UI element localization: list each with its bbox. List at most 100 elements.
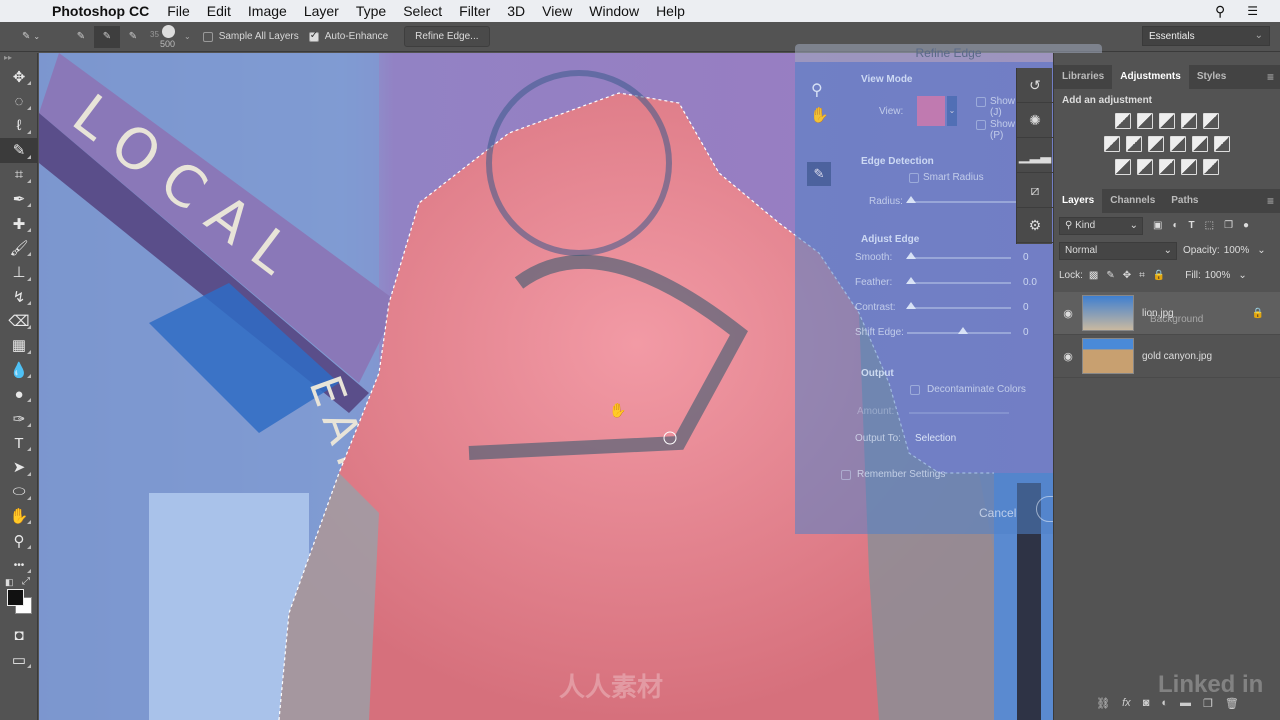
adjust-slider-thumb[interactable] — [906, 302, 916, 309]
brush-tool[interactable]: 🖌 — [0, 236, 38, 260]
menu-select[interactable]: Select — [403, 3, 442, 19]
output-to-select[interactable]: Selection — [915, 433, 956, 444]
refine-radius-tool-icon[interactable]: ✎ — [807, 162, 831, 186]
black-white-icon[interactable] — [1148, 136, 1164, 152]
adjust-slider-track[interactable] — [907, 307, 1011, 309]
dodge-tool[interactable]: ● — [0, 382, 38, 406]
adjust-slider-value[interactable]: 0 — [1023, 327, 1029, 338]
menu-filter[interactable]: Filter — [459, 3, 490, 19]
lock-position-icon[interactable]: ✥ — [1123, 270, 1131, 281]
chevron-down-icon[interactable]: ⌄ — [184, 32, 191, 41]
adjust-slider-track[interactable] — [907, 257, 1011, 259]
layer-name[interactable]: gold canyon.jpg — [1142, 351, 1212, 362]
menu-view[interactable]: View — [542, 3, 572, 19]
auto-enhance-checkbox[interactable] — [308, 30, 319, 42]
filter-smart-object-icon[interactable]: ❐ — [1224, 220, 1233, 231]
layer-row[interactable]: ◉ lion.jpg Background 🔒 — [1054, 292, 1280, 335]
lock-image-icon[interactable]: ✎ — [1106, 270, 1114, 281]
photo-filter-icon[interactable] — [1170, 136, 1186, 152]
filter-pixel-icon[interactable]: ▣ — [1153, 220, 1162, 231]
lasso-tool[interactable]: ℓ — [0, 114, 38, 138]
ellipse-tool[interactable]: ⬭ — [0, 480, 38, 504]
levels-icon[interactable] — [1137, 113, 1153, 129]
gradient-tool[interactable]: ▦ — [0, 333, 38, 357]
chevron-down-icon[interactable]: ⌄ — [1238, 270, 1246, 281]
channel-mixer-icon[interactable] — [1192, 136, 1208, 152]
menu-file[interactable]: File — [167, 3, 190, 19]
clone-source-icon[interactable]: ⧄ — [1017, 173, 1053, 208]
adjust-slider-track[interactable] — [907, 282, 1011, 284]
add-to-selection-button[interactable]: ✎ — [94, 25, 120, 48]
smart-radius-checkbox[interactable] — [909, 173, 919, 183]
brush-settings-icon[interactable]: ✺ — [1017, 103, 1053, 138]
tab-layers[interactable]: Layers — [1054, 189, 1103, 213]
refine-edge-button[interactable]: Refine Edge... — [404, 26, 490, 47]
curves-icon[interactable] — [1159, 113, 1175, 129]
pen-tool[interactable]: ✑ — [0, 406, 38, 430]
color-lookup-icon[interactable] — [1214, 136, 1230, 152]
crop-tool[interactable]: ⌗ — [0, 163, 38, 187]
history-icon[interactable]: ↺ — [1017, 68, 1053, 103]
adjust-slider-value[interactable]: 0.0 — [1023, 277, 1037, 288]
tool-preset-picker[interactable]: ✎ ⌄ — [14, 26, 48, 48]
sample-all-layers-checkbox[interactable] — [202, 31, 213, 42]
quick-mask-button[interactable]: ◘ — [0, 623, 38, 647]
menu-type[interactable]: Type — [356, 3, 386, 19]
adjust-slider-thumb[interactable] — [906, 277, 916, 284]
hue-saturation-icon[interactable] — [1104, 136, 1120, 152]
quick-selection-tool[interactable]: ✎ — [0, 138, 38, 163]
fill-input[interactable]: 100% — [1205, 270, 1231, 281]
healing-brush-tool[interactable]: ✚ — [0, 211, 38, 235]
blur-tool[interactable]: 💧 — [0, 358, 38, 382]
fx-icon[interactable]: fx — [1122, 697, 1131, 710]
filter-adjustment-icon[interactable]: ◐ — [1172, 220, 1178, 231]
lock-all-icon[interactable]: 🔒 — [1153, 270, 1165, 281]
gradient-map-icon[interactable] — [1203, 159, 1219, 175]
filter-toggle[interactable]: ● — [1243, 220, 1249, 231]
selective-color-icon[interactable] — [1181, 159, 1197, 175]
brush-picker[interactable]: 35 500 — [148, 22, 184, 52]
menu-help[interactable]: Help — [656, 3, 685, 19]
menu-image[interactable]: Image — [248, 3, 287, 19]
blend-mode-select[interactable]: Normal ⌄ — [1059, 241, 1177, 260]
menu-3d[interactable]: 3D — [507, 3, 525, 19]
histogram-icon[interactable]: ▁▂▃ — [1017, 138, 1053, 173]
menu-app-name[interactable]: Photoshop CC — [52, 3, 149, 19]
amount-slider[interactable] — [909, 412, 1009, 414]
vibrance-icon[interactable] — [1203, 113, 1219, 129]
zoom-tool[interactable]: ⚲ — [0, 528, 38, 552]
decontaminate-checkbox[interactable] — [910, 385, 920, 395]
tab-libraries[interactable]: Libraries — [1054, 65, 1112, 89]
eraser-tool[interactable]: ⌫ — [0, 309, 38, 333]
tab-channels[interactable]: Channels — [1102, 189, 1163, 213]
cancel-button[interactable]: Cancel — [979, 506, 1016, 520]
history-brush-tool[interactable]: ↯ — [0, 285, 38, 309]
collapse-grip-icon[interactable]: ▸▸ — [0, 53, 37, 65]
filter-type-icon[interactable]: T — [1189, 220, 1195, 231]
zoom-tool-icon[interactable]: ⚲ — [811, 80, 823, 100]
chevron-down-icon[interactable]: ⌄ — [947, 96, 957, 126]
link-icon[interactable]: ⛓ — [1096, 697, 1110, 710]
threshold-icon[interactable] — [1159, 159, 1175, 175]
marquee-tool[interactable]: ◌ — [0, 89, 38, 113]
type-tool[interactable]: T — [0, 431, 38, 455]
subtract-from-selection-button[interactable]: ✎ — [120, 26, 146, 48]
list-icon[interactable]: ☰ — [1247, 4, 1258, 18]
path-selection-tool[interactable]: ➤ — [0, 455, 38, 479]
adjust-slider-thumb[interactable] — [906, 252, 916, 259]
adjust-slider-thumb[interactable] — [958, 327, 968, 334]
move-tool[interactable]: ✥ — [0, 65, 38, 89]
menu-layer[interactable]: Layer — [304, 3, 339, 19]
invert-icon[interactable] — [1115, 159, 1131, 175]
tab-styles[interactable]: Styles — [1189, 65, 1234, 89]
swap-colors-icon[interactable]: ⤢ — [22, 576, 30, 587]
hand-tool[interactable]: ✋ — [0, 504, 38, 528]
eyedropper-tool[interactable]: ✒ — [0, 187, 38, 211]
filter-kind-select[interactable]: ⚲ Kind ⌄ — [1059, 216, 1143, 235]
remember-settings-checkbox[interactable] — [841, 470, 851, 480]
opacity-input[interactable]: 100% — [1224, 245, 1250, 256]
screen-mode-button[interactable]: ▭ — [0, 648, 38, 672]
menu-window[interactable]: Window — [589, 3, 639, 19]
mask-icon[interactable]: ◙ — [1143, 697, 1150, 710]
chevron-down-icon[interactable]: ⌄ — [1257, 245, 1265, 256]
